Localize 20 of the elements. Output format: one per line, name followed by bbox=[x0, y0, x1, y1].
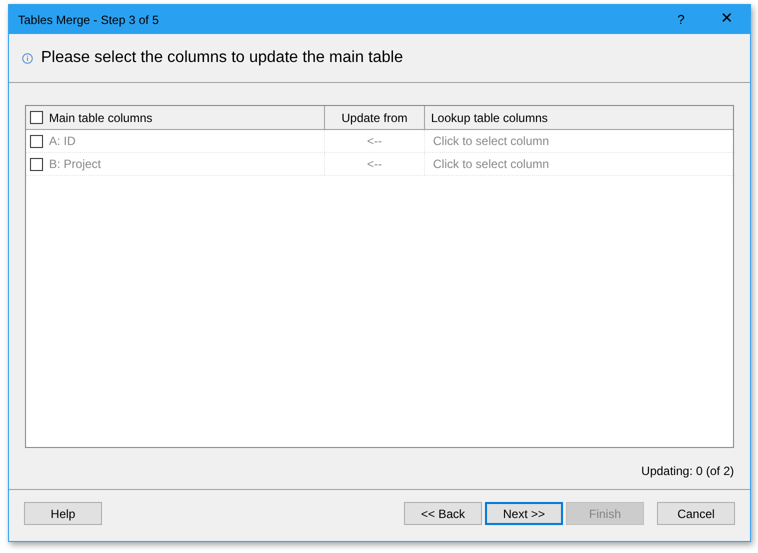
status-text: Updating: 0 (of 2) bbox=[641, 463, 734, 480]
table-cell-text: A: ID bbox=[49, 133, 76, 150]
instruction-text: Please select the columns to update the main table bbox=[41, 48, 403, 68]
column-header[interactable]: Lookup table columns bbox=[425, 106, 733, 129]
help-button[interactable]: ? bbox=[658, 5, 704, 34]
column-header[interactable]: Update from bbox=[325, 106, 425, 129]
close-button[interactable]: ✕ bbox=[704, 5, 750, 34]
dialog-button[interactable]: Help bbox=[24, 502, 102, 525]
table-cell-text: B: Project bbox=[49, 156, 102, 173]
dialog-button[interactable]: Cancel bbox=[657, 502, 735, 525]
row-checkbox[interactable] bbox=[30, 134, 43, 148]
select-all-checkbox[interactable] bbox=[30, 111, 43, 124]
table-cell-text: <-- bbox=[367, 133, 382, 150]
row-checkbox[interactable] bbox=[30, 158, 43, 170]
dialog-button[interactable]: Next >> bbox=[485, 502, 563, 525]
window-title: Tables Merge - Step 3 of 5 bbox=[18, 12, 159, 28]
column-header[interactable]: Main table columns bbox=[49, 108, 152, 126]
info-icon bbox=[22, 52, 33, 64]
table-cell-text: <-- bbox=[367, 156, 382, 173]
dialog-button[interactable]: << Back bbox=[404, 502, 482, 525]
